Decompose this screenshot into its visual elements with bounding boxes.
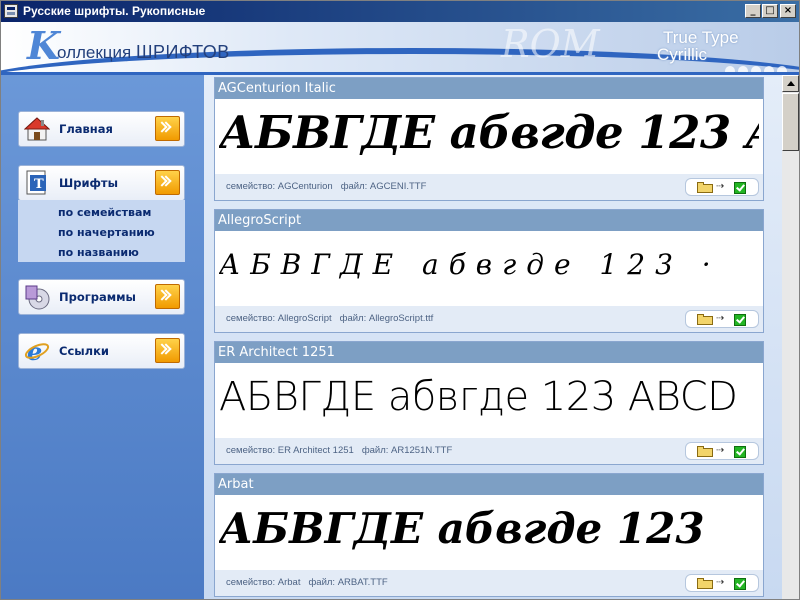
family-value: AllegroScript [277, 313, 332, 324]
font-name: AllegroScript [215, 210, 763, 231]
font-info-bar: семейство: AllegroScript файл: AllegroScr… [215, 306, 763, 332]
family-value: AGCenturion [277, 181, 333, 192]
font-info-bar: семейство: AGCenturion файл: AGCENI.TTF ⇢ [215, 174, 763, 200]
font-card: ER Architect 1251 АБВГДЕ абвгде 123 ABCD… [214, 341, 764, 465]
family-label: семейство: [226, 445, 276, 456]
family-value: ER Architect 1251 [277, 445, 354, 456]
check-icon [734, 314, 746, 326]
internet-icon: e [24, 338, 50, 364]
arrow-icon [155, 116, 180, 141]
truetype-badge: True Type Cyrillic [657, 28, 739, 63]
check-icon [734, 578, 746, 590]
font-sample: АБВГДЕ абвгде 123 AB [219, 106, 759, 159]
family-label: семейство: [226, 181, 276, 192]
file-value: AR1251N.TTF [391, 445, 453, 456]
font-sample: АБВГДЕ абвгде 123 ABCD [219, 374, 738, 420]
arrow-right-icon: ⇢ [716, 313, 725, 324]
header-banner: ROM K оллекция ШРИФТОВ True Type Cyrilli… [1, 22, 799, 72]
file-value: ARBAT.TTF [337, 577, 388, 588]
fonts-submenu: по семействам по начертанию по названию [18, 200, 185, 262]
install-font-button[interactable]: ⇢ [685, 574, 759, 592]
file-label: файл: [340, 181, 368, 192]
home-icon [24, 117, 50, 141]
rom-watermark: ROM [501, 22, 600, 66]
programs-icon [25, 285, 50, 310]
sidebar-item-programs[interactable]: Программы [18, 279, 185, 315]
arrow-icon [155, 170, 180, 195]
font-sample: АБВГДЕ абвгде 123 · [219, 248, 721, 281]
sidebar-item-home[interactable]: Главная [18, 111, 185, 147]
font-info: семейство: AGCenturion файл: AGCENI.TTF [226, 181, 426, 192]
font-info: семейство: ER Architect 1251 файл: AR1251… [226, 445, 452, 456]
submenu-by-name[interactable]: по названию [58, 246, 139, 259]
logo-text-1: оллекция [57, 43, 136, 62]
maximize-button[interactable]: □ [762, 4, 778, 18]
sidebar-item-label: Ссылки [59, 344, 109, 358]
install-font-button[interactable]: ⇢ [685, 310, 759, 328]
sidebar-item-label: Программы [59, 290, 136, 304]
font-card: Arbat АБВГДЕ абвгде 123 семейство: Arbat… [214, 473, 764, 597]
submenu-by-style[interactable]: по начертанию [58, 226, 155, 239]
file-label: файл: [339, 313, 367, 324]
minimize-button[interactable]: _ [745, 4, 761, 18]
folder-icon [697, 314, 713, 325]
window-title: Русские шрифты. Рукописные [23, 4, 206, 18]
font-info-bar: семейство: Arbat файл: ARBAT.TTF ⇢ [215, 570, 763, 596]
arrow-icon [155, 284, 180, 309]
folder-icon [697, 578, 713, 589]
sidebar-item-label: Главная [59, 122, 113, 136]
font-name: AGCenturion Italic [215, 78, 763, 99]
check-icon [734, 446, 746, 458]
scroll-thumb[interactable] [782, 93, 799, 151]
font-card: AGCenturion Italic АБВГДЕ абвгде 123 AB … [214, 77, 764, 201]
font-list: eniler AGCenturion Italic АБВГДЕ абвгде … [204, 75, 782, 599]
file-label: файл: [361, 445, 389, 456]
install-font-button[interactable]: ⇢ [685, 178, 759, 196]
logo-letter: K [27, 23, 61, 68]
title-bar: Русские шрифты. Рукописные _ □ × [1, 1, 799, 22]
font-info-bar: семейство: ER Architect 1251 файл: AR1251… [215, 438, 763, 464]
svg-text:T: T [34, 177, 44, 192]
family-label: семейство: [226, 313, 276, 324]
app-icon [4, 4, 18, 18]
arrow-right-icon: ⇢ [716, 577, 725, 588]
folder-icon [697, 446, 713, 457]
file-value: AGCENI.TTF [369, 181, 427, 192]
dots-ornament [725, 61, 795, 72]
vertical-scrollbar[interactable] [782, 75, 799, 599]
logo-text-2: ШРИФТОВ [135, 42, 230, 62]
font-name: Arbat [215, 474, 763, 495]
sidebar-item-fonts[interactable]: T Шрифты [18, 165, 185, 201]
fonts-icon: T [26, 170, 46, 195]
folder-icon [697, 182, 713, 193]
sidebar: Главная T Шрифты по семействам по начерт… [1, 75, 204, 599]
font-card: AllegroScript АБВГДЕ абвгде 123 · семейс… [214, 209, 764, 333]
font-info: семейство: Arbat файл: ARBAT.TTF [226, 577, 388, 588]
arrow-right-icon: ⇢ [716, 445, 725, 456]
arrow-right-icon: ⇢ [716, 181, 725, 192]
family-value: Arbat [277, 577, 301, 588]
app-window: Русские шрифты. Рукописные _ □ × ROM K о… [0, 0, 800, 600]
close-button[interactable]: × [780, 4, 796, 18]
logo-text: оллекция ШРИФТОВ [57, 42, 230, 63]
arrow-icon [155, 338, 180, 363]
sidebar-item-label: Шрифты [59, 176, 118, 190]
sidebar-item-links[interactable]: e Ссылки [18, 333, 185, 369]
file-value: AllegroScript.ttf [368, 313, 434, 324]
install-font-button[interactable]: ⇢ [685, 442, 759, 460]
font-name: ER Architect 1251 [215, 342, 763, 363]
file-label: файл: [308, 577, 336, 588]
badge-line1: True Type [663, 28, 739, 47]
font-sample: АБВГДЕ абвгде 123 [219, 504, 705, 553]
submenu-by-family[interactable]: по семействам [58, 206, 151, 219]
scroll-up-button[interactable] [782, 75, 799, 92]
check-icon [734, 182, 746, 194]
font-info: семейство: AllegroScript файл: AllegroScr… [226, 313, 433, 324]
family-label: семейство: [226, 577, 276, 588]
